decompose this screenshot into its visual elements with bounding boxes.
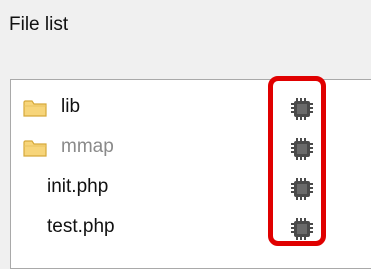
- list-item-label: mmap: [61, 136, 114, 157]
- folder-icon: [23, 139, 47, 158]
- list-item-label: lib: [61, 96, 81, 117]
- folder-icon: [23, 99, 47, 118]
- highlight-annotation: [268, 76, 326, 246]
- list-item-label: init.php: [47, 176, 109, 197]
- list-item-label: test.php: [47, 216, 115, 237]
- page-title: File list: [9, 14, 69, 35]
